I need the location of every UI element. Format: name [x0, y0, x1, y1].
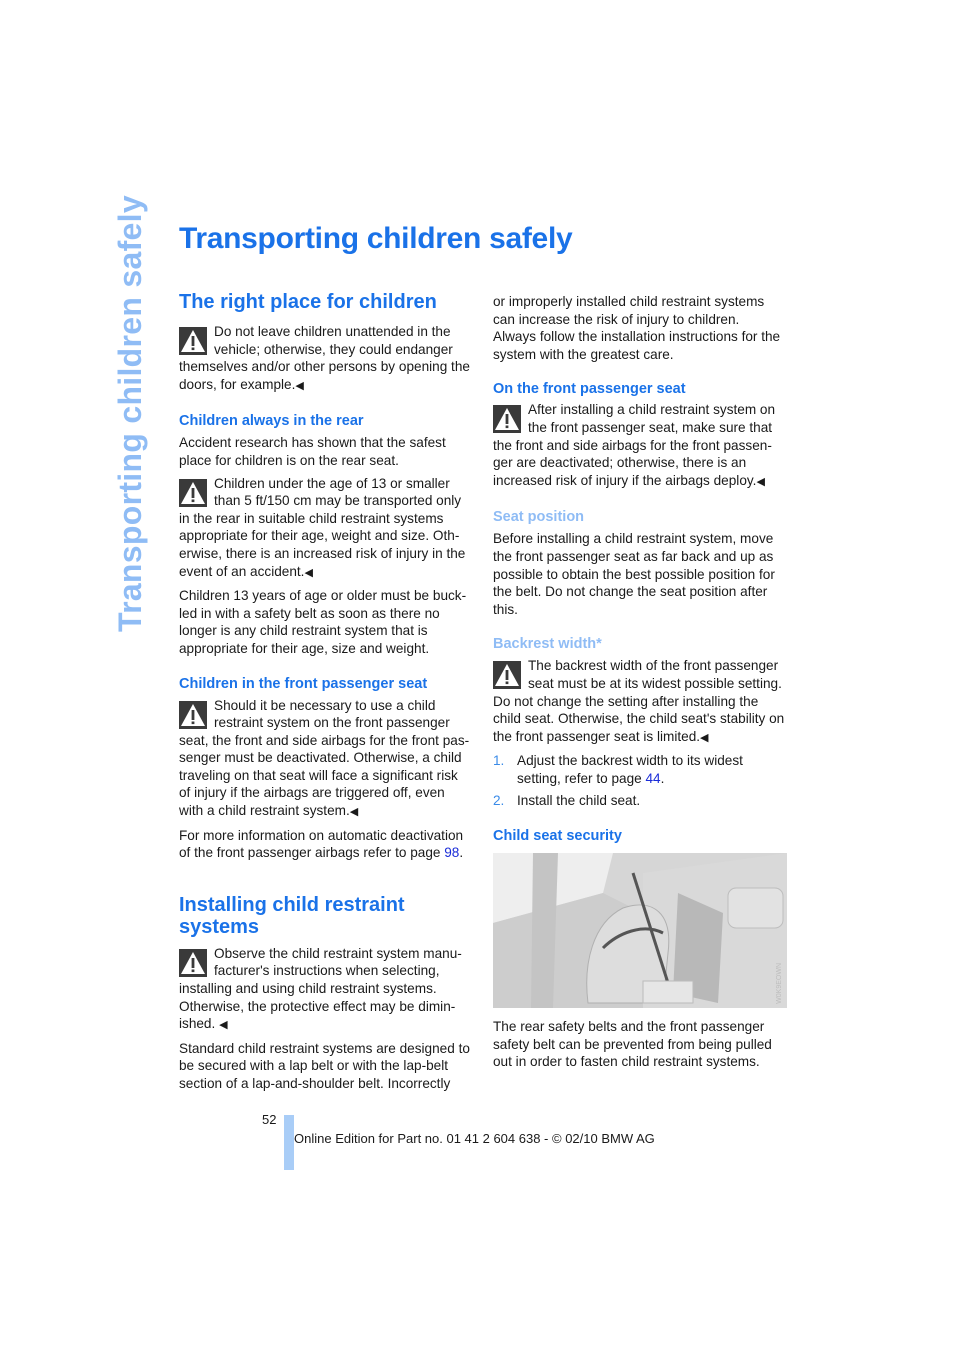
- subheading-front-passenger-seat: On the front passenger seat: [493, 381, 686, 398]
- page-link-98[interactable]: 98: [444, 845, 459, 860]
- warning-triangle-icon: [493, 405, 521, 434]
- end-mark-icon: ◀: [304, 566, 313, 579]
- paragraph-continued: or improperly installed child restraint …: [493, 294, 781, 362]
- step-item: 2. Install the child seat.: [493, 792, 785, 810]
- side-chapter-title: Transporting children safely: [112, 195, 148, 632]
- page-title: Transporting children safely: [179, 222, 573, 255]
- warning-text: Children under the age of 13 or smaller …: [179, 475, 466, 579]
- end-mark-icon: ◀: [700, 731, 709, 744]
- warning-note: Children under the age of 13 or smaller …: [179, 475, 471, 583]
- end-mark-icon: ◀: [756, 475, 765, 488]
- footer-edition-text: Online Edition for Part no. 01 41 2 604 …: [294, 1131, 655, 1146]
- steps-list: 1. Adjust the backrest width to its wide…: [493, 752, 785, 810]
- end-mark-icon: ◀: [295, 379, 304, 392]
- subheading-backrest-width: Backrest width*: [493, 636, 602, 653]
- warning-text: Should it be necessary to use a child re…: [179, 697, 470, 819]
- paragraph: For more information on automatic deacti…: [179, 827, 471, 862]
- warning-triangle-icon: [179, 327, 207, 355]
- step-number: 2.: [493, 793, 505, 809]
- page-link-44[interactable]: 44: [645, 771, 660, 786]
- warning-triangle-icon: [179, 478, 207, 507]
- right-column: or improperly installed child restraint …: [493, 293, 787, 1071]
- step-item: 1. Adjust the backrest width to its wide…: [493, 752, 785, 787]
- step-number: 1.: [493, 753, 505, 769]
- step-text: Install the child seat.: [517, 793, 641, 809]
- paragraph: Accident research has shown that the saf…: [179, 435, 446, 468]
- footer-accent-bar: [284, 1115, 294, 1170]
- end-mark-icon: ◀: [219, 1019, 228, 1032]
- warning-text: Do not leave children unattended in the …: [179, 324, 470, 392]
- warning-note: After installing a child restraint syste…: [493, 401, 785, 491]
- warning-triangle-icon: [493, 661, 521, 690]
- section-heading-installing: Installing child restraint systems: [179, 893, 405, 938]
- warning-text: The backrest width of the front passenge…: [493, 658, 785, 744]
- paragraph: Children 13 years of age or older must b…: [179, 588, 467, 656]
- subheading-seat-position: Seat position: [493, 509, 585, 526]
- paragraph: Standard child restraint systems are des…: [179, 1040, 470, 1091]
- warning-triangle-icon: [179, 700, 207, 729]
- subheading-child-seat-security: Child seat security: [493, 828, 622, 845]
- warning-triangle-icon: [179, 948, 207, 977]
- subheading-children-rear: Children always in the rear: [179, 413, 364, 430]
- page-number: 52: [262, 1112, 277, 1127]
- car-interior-drawing: [493, 853, 787, 1009]
- paragraph-text: .: [459, 845, 464, 861]
- paragraph-text: For more information on automatic deacti…: [179, 827, 464, 861]
- child-seat-illustration: W0K9EOWN: [493, 853, 787, 1009]
- step-text: Adjust the backrest width to its widest …: [517, 753, 743, 786]
- subheading-children-front: Children in the front passenger seat: [179, 675, 428, 692]
- end-mark-icon: ◀: [349, 806, 359, 819]
- warning-note: Should it be necessary to use a child re…: [179, 697, 471, 822]
- step-text: .: [660, 770, 665, 786]
- warning-note: Do not leave children unattended in the …: [179, 323, 471, 395]
- warning-note: Observe the child restraint system manu­…: [179, 945, 471, 1035]
- warning-note: The backrest width of the front passenge…: [493, 657, 785, 747]
- warning-text: After installing a child restraint syste…: [493, 402, 776, 488]
- figure-caption: The rear safety belts and the front pass…: [493, 1019, 772, 1070]
- section-heading-right-place: The right place for children: [179, 291, 437, 313]
- paragraph: Before installing a child restraint syst…: [493, 531, 775, 617]
- figure-code: W0K9EOWN: [776, 963, 784, 1005]
- left-column: The right place for children Do not leav…: [179, 290, 471, 1093]
